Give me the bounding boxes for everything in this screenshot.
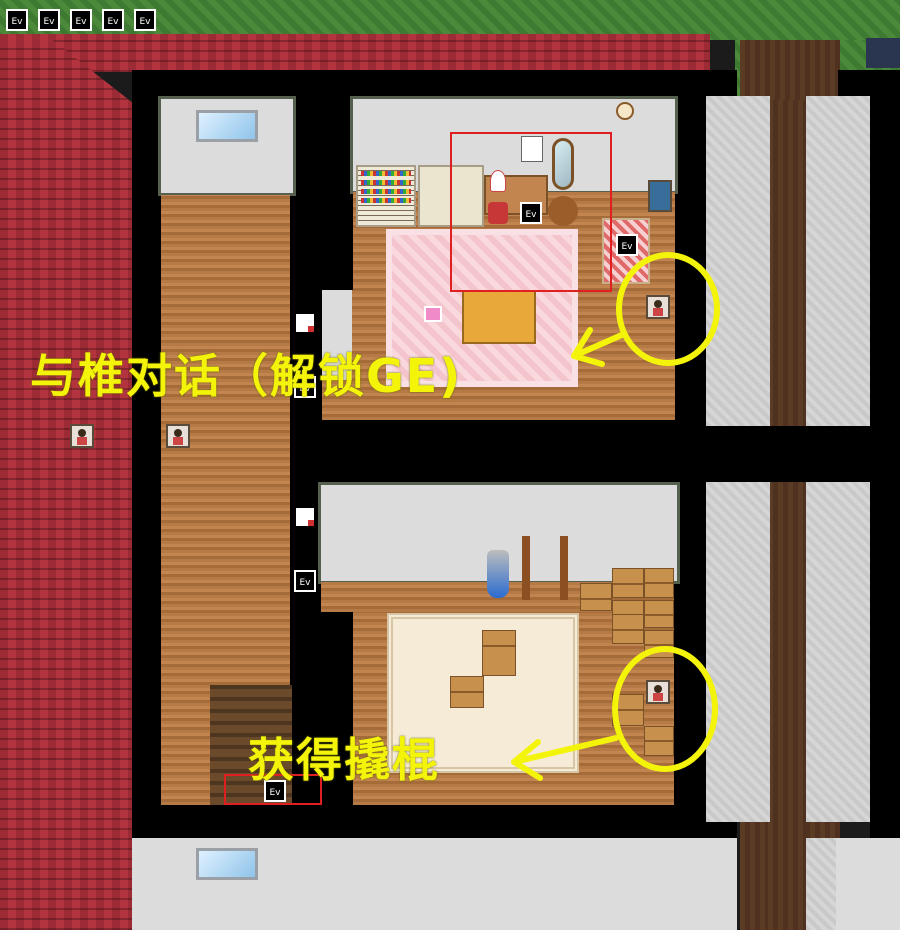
arrow-to-crowbar (511, 735, 619, 781)
talk-annotation-label: 与椎对话（解锁GE) (30, 349, 463, 403)
arrow-icon (511, 327, 627, 781)
arrow-to-shii (571, 327, 627, 367)
obtain-annotation-label: 获得撬棍 (248, 733, 440, 787)
